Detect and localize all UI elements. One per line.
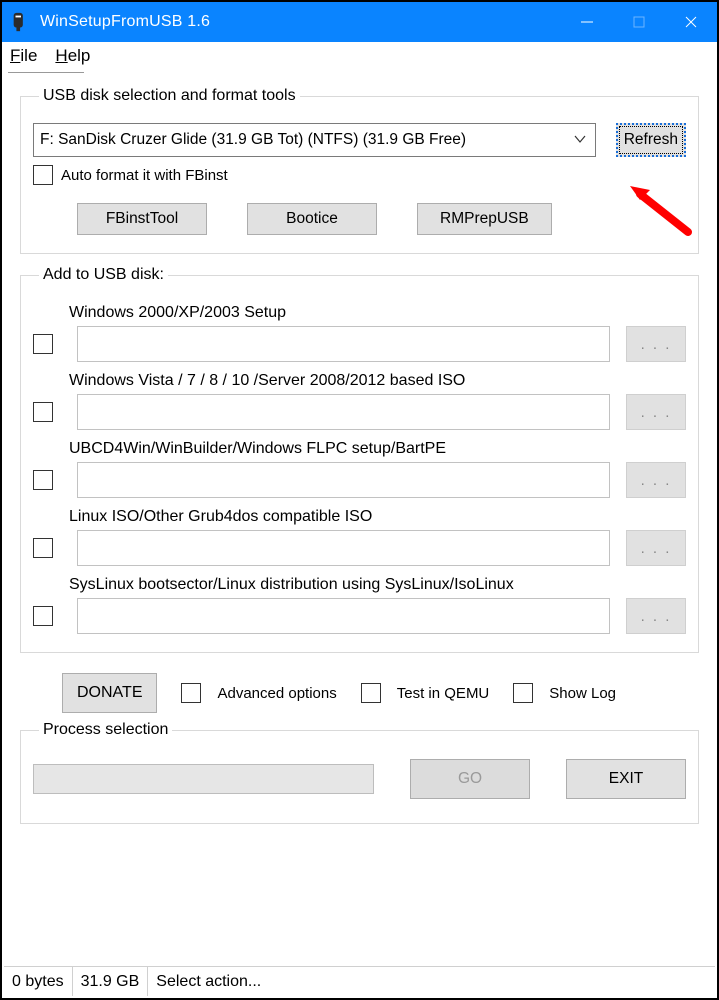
status-action: Select action... (148, 967, 715, 996)
advanced-options-label: Advanced options (217, 685, 336, 702)
status-size: 31.9 GB (73, 967, 149, 996)
app-icon (10, 11, 32, 33)
show-log-label: Show Log (549, 685, 616, 702)
entry-vista: Windows Vista / 7 / 8 / 10 /Server 2008/… (33, 372, 686, 430)
entry-path-input[interactable] (77, 326, 610, 362)
options-row: DONATE Advanced options Test in QEMU Sho… (62, 673, 689, 713)
entry-label: SysLinux bootsector/Linux distribution u… (69, 576, 686, 594)
entry-syslinux: SysLinux bootsector/Linux distribution u… (33, 576, 686, 634)
show-log-checkbox[interactable] (513, 683, 533, 703)
progress-bar (33, 764, 374, 794)
test-qemu-label: Test in QEMU (397, 685, 490, 702)
add-group-legend: Add to USB disk: (39, 266, 168, 284)
auto-format-checkbox[interactable] (33, 165, 53, 185)
minimize-button[interactable] (561, 2, 613, 42)
browse-button[interactable]: . . . (626, 462, 686, 498)
entry-checkbox[interactable] (33, 402, 53, 422)
process-legend: Process selection (39, 721, 172, 739)
advanced-options-checkbox[interactable] (181, 683, 201, 703)
status-bar: 0 bytes 31.9 GB Select action... (4, 966, 715, 996)
window-title: WinSetupFromUSB 1.6 (40, 13, 210, 31)
add-to-usb-group: Add to USB disk: Windows 2000/XP/2003 Se… (20, 266, 699, 653)
title-bar: WinSetupFromUSB 1.6 (2, 2, 717, 42)
exit-button[interactable]: EXIT (566, 759, 686, 799)
entry-checkbox[interactable] (33, 538, 53, 558)
entry-label: Linux ISO/Other Grub4dos compatible ISO (69, 508, 686, 526)
usb-group-legend: USB disk selection and format tools (39, 87, 300, 105)
entry-path-input[interactable] (77, 462, 610, 498)
menu-file[interactable]: File (10, 46, 37, 70)
maximize-button (613, 2, 665, 42)
fbinst-tool-button[interactable]: FBinstTool (77, 203, 207, 235)
entry-label: UBCD4Win/WinBuilder/Windows FLPC setup/B… (69, 440, 686, 458)
entry-path-input[interactable] (77, 530, 610, 566)
menu-bar: File Help (2, 42, 717, 72)
menu-underline (8, 72, 84, 73)
entry-linux: Linux ISO/Other Grub4dos compatible ISO … (33, 508, 686, 566)
entry-checkbox[interactable] (33, 334, 53, 354)
entry-ubcd: UBCD4Win/WinBuilder/Windows FLPC setup/B… (33, 440, 686, 498)
browse-button[interactable]: . . . (626, 394, 686, 430)
entry-label: Windows Vista / 7 / 8 / 10 /Server 2008/… (69, 372, 686, 390)
close-button[interactable] (665, 2, 717, 42)
process-group: Process selection GO EXIT (20, 721, 699, 824)
go-button[interactable]: GO (410, 759, 530, 799)
browse-button[interactable]: . . . (626, 326, 686, 362)
usb-selection-group: USB disk selection and format tools F: S… (20, 87, 699, 254)
auto-format-label: Auto format it with FBinst (61, 167, 228, 184)
chevron-down-icon (573, 131, 587, 149)
browse-button[interactable]: . . . (626, 530, 686, 566)
entry-checkbox[interactable] (33, 606, 53, 626)
entry-path-input[interactable] (77, 598, 610, 634)
bootice-button[interactable]: Bootice (247, 203, 377, 235)
donate-button[interactable]: DONATE (62, 673, 157, 713)
test-qemu-checkbox[interactable] (361, 683, 381, 703)
browse-button[interactable]: . . . (626, 598, 686, 634)
usb-disk-select[interactable]: F: SanDisk Cruzer Glide (31.9 GB Tot) (N… (33, 123, 596, 157)
entry-path-input[interactable] (77, 394, 610, 430)
rmprepusb-button[interactable]: RMPrepUSB (417, 203, 552, 235)
entry-win2000: Windows 2000/XP/2003 Setup . . . (33, 304, 686, 362)
status-bytes: 0 bytes (4, 967, 73, 996)
entry-checkbox[interactable] (33, 470, 53, 490)
entry-label: Windows 2000/XP/2003 Setup (69, 304, 686, 322)
refresh-button[interactable]: Refresh (616, 123, 686, 157)
usb-disk-value: F: SanDisk Cruzer Glide (31.9 GB Tot) (N… (40, 131, 466, 149)
menu-help[interactable]: Help (55, 46, 90, 70)
